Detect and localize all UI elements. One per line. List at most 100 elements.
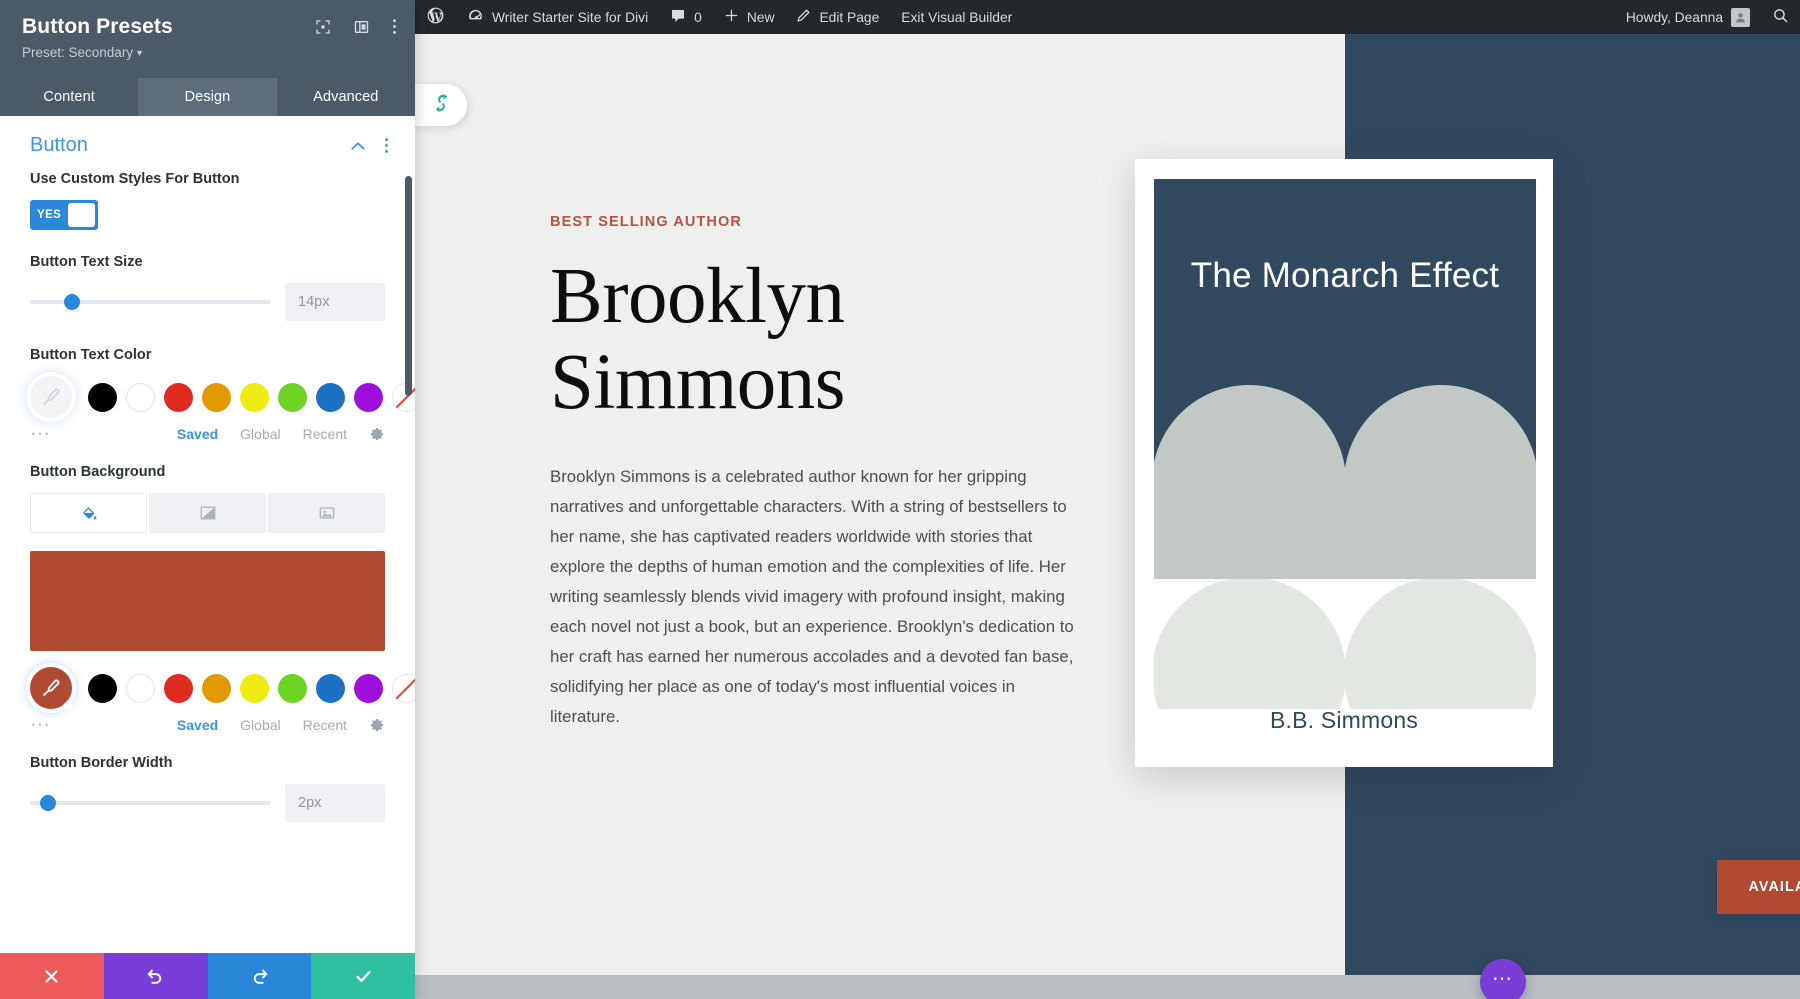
wordpress-logo-icon bbox=[426, 6, 445, 28]
save-button[interactable] bbox=[311, 953, 415, 999]
paint-bucket-icon bbox=[79, 504, 98, 523]
panel-body: Button Use Custom Styles For Button YES bbox=[0, 116, 415, 953]
account-menu[interactable]: Howdy, Deanna bbox=[1615, 0, 1761, 34]
background-image-tab[interactable] bbox=[268, 493, 385, 533]
page-title: Brooklyn Simmons bbox=[550, 253, 846, 426]
petal-bottom-right bbox=[1344, 579, 1536, 709]
more-vertical-icon[interactable] bbox=[392, 18, 397, 35]
edit-page-button[interactable]: Edit Page bbox=[785, 0, 890, 34]
palette-link-recent[interactable]: Recent bbox=[303, 717, 347, 733]
search-icon bbox=[1772, 7, 1789, 27]
palette-link-recent[interactable]: Recent bbox=[303, 426, 347, 442]
redo-button[interactable] bbox=[207, 953, 312, 999]
hero-text-block: BEST SELLING AUTHOR Brooklyn Simmons Bro… bbox=[550, 214, 1090, 732]
new-button[interactable]: New bbox=[713, 0, 786, 34]
gear-icon[interactable] bbox=[369, 426, 385, 442]
background-color-preview[interactable] bbox=[30, 551, 385, 651]
wp-logo-button[interactable] bbox=[415, 0, 456, 34]
redo-icon bbox=[250, 967, 269, 986]
swatch-yellow[interactable] bbox=[240, 382, 269, 412]
chevron-down-icon: ▼ bbox=[135, 48, 144, 58]
background-type-tabs bbox=[0, 493, 415, 533]
palette-link-saved[interactable]: Saved bbox=[177, 426, 218, 442]
discard-button[interactable] bbox=[0, 953, 104, 999]
background-palette-links: Saved Global Recent bbox=[177, 717, 385, 733]
edit-page-label: Edit Page bbox=[819, 9, 880, 25]
swatch-orange[interactable] bbox=[202, 673, 231, 703]
more-horizontal-icon[interactable]: ⋯ bbox=[30, 715, 90, 735]
module-settings-panel: Button Presets Preset: Secondary ▼ Conten… bbox=[0, 0, 415, 999]
book-cover-card: The Monarch Effect B.B. Simmons bbox=[1135, 159, 1553, 767]
background-swatch-row bbox=[30, 667, 415, 709]
page-canvas: BEST SELLING AUTHOR Brooklyn Simmons Bro… bbox=[415, 34, 1800, 999]
text-color-selected-swatch[interactable] bbox=[30, 376, 72, 418]
swatch-orange[interactable] bbox=[202, 382, 231, 412]
petal-bottom-left bbox=[1154, 579, 1346, 709]
button-border-width-slider[interactable] bbox=[30, 793, 271, 813]
plus-icon bbox=[724, 8, 739, 26]
book-title: The Monarch Effect bbox=[1190, 256, 1500, 295]
field-label-button-background: Button Background bbox=[30, 464, 166, 480]
howdy-label: Howdy, Deanna bbox=[1625, 9, 1723, 25]
slider-thumb[interactable] bbox=[63, 294, 80, 310]
swatch-black[interactable] bbox=[88, 382, 117, 412]
gear-icon[interactable] bbox=[369, 717, 385, 733]
page-settings-fab[interactable]: ⋯ bbox=[1480, 959, 1526, 999]
swatch-purple[interactable] bbox=[354, 673, 383, 703]
layout-icon[interactable] bbox=[353, 19, 370, 35]
available-now-button[interactable]: AVAILABLE NOW bbox=[1717, 860, 1800, 914]
hero-paragraph: Brooklyn Simmons is a celebrated author … bbox=[550, 467, 1074, 726]
button-text-size-slider[interactable] bbox=[30, 292, 271, 312]
panel-header-icon-group bbox=[315, 18, 397, 35]
new-label: New bbox=[746, 9, 775, 25]
background-color-tab[interactable] bbox=[30, 493, 147, 533]
swatch-white[interactable] bbox=[126, 673, 155, 703]
swatch-blue[interactable] bbox=[316, 673, 345, 703]
panel-scrollbar[interactable] bbox=[405, 176, 412, 396]
button-border-width-value[interactable]: 2px bbox=[285, 784, 385, 822]
slider-thumb[interactable] bbox=[39, 795, 56, 811]
palette-link-global[interactable]: Global bbox=[240, 717, 280, 733]
swatch-red[interactable] bbox=[164, 382, 193, 412]
button-section-header: Button bbox=[0, 116, 415, 169]
swatch-blue[interactable] bbox=[316, 382, 345, 412]
background-selected-swatch[interactable] bbox=[30, 667, 72, 709]
check-icon bbox=[354, 967, 373, 986]
use-custom-styles-toggle[interactable]: YES bbox=[30, 200, 98, 230]
close-icon bbox=[43, 968, 60, 985]
swatch-purple[interactable] bbox=[354, 382, 383, 412]
focus-icon[interactable] bbox=[315, 19, 331, 35]
search-button[interactable] bbox=[1761, 0, 1800, 34]
swatch-red[interactable] bbox=[164, 673, 193, 703]
tab-design[interactable]: Design bbox=[138, 78, 277, 116]
exit-visual-builder-button[interactable]: Exit Visual Builder bbox=[890, 0, 1023, 34]
panel-footer bbox=[0, 953, 415, 999]
undo-button[interactable] bbox=[103, 953, 208, 999]
site-name-button[interactable]: Writer Starter Site for Divi bbox=[456, 0, 659, 34]
button-text-size-row: 14px bbox=[30, 283, 385, 321]
swatch-green[interactable] bbox=[278, 673, 307, 703]
swatch-yellow[interactable] bbox=[240, 673, 269, 703]
preset-label: Preset: Secondary bbox=[22, 45, 134, 60]
background-meta-row: ⋯ Saved Global Recent bbox=[0, 715, 415, 735]
gradient-icon bbox=[198, 503, 218, 523]
more-horizontal-icon[interactable]: ⋯ bbox=[30, 424, 90, 444]
palette-link-saved[interactable]: Saved bbox=[177, 717, 218, 733]
palette-link-global[interactable]: Global bbox=[240, 426, 280, 442]
section-more-vertical-icon[interactable] bbox=[384, 137, 389, 154]
comments-button[interactable]: 0 bbox=[659, 0, 713, 34]
divi-builder-toggle[interactable] bbox=[415, 84, 467, 126]
swatch-transparent[interactable] bbox=[392, 673, 415, 703]
swatch-green[interactable] bbox=[278, 382, 307, 412]
swatch-white[interactable] bbox=[126, 382, 155, 412]
chevron-up-icon[interactable] bbox=[350, 141, 366, 151]
field-label-use-custom-styles: Use Custom Styles For Button bbox=[30, 171, 240, 187]
field-use-custom-styles: Use Custom Styles For Button YES bbox=[0, 169, 415, 230]
swatch-black[interactable] bbox=[88, 673, 117, 703]
tab-content[interactable]: Content bbox=[0, 78, 138, 116]
preset-selector[interactable]: Preset: Secondary ▼ bbox=[22, 44, 393, 63]
button-text-size-value[interactable]: 14px bbox=[285, 283, 385, 321]
background-gradient-tab[interactable] bbox=[149, 493, 266, 533]
tab-advanced[interactable]: Advanced bbox=[277, 78, 415, 116]
field-button-text-size: Button Text Size 14px bbox=[0, 252, 415, 321]
